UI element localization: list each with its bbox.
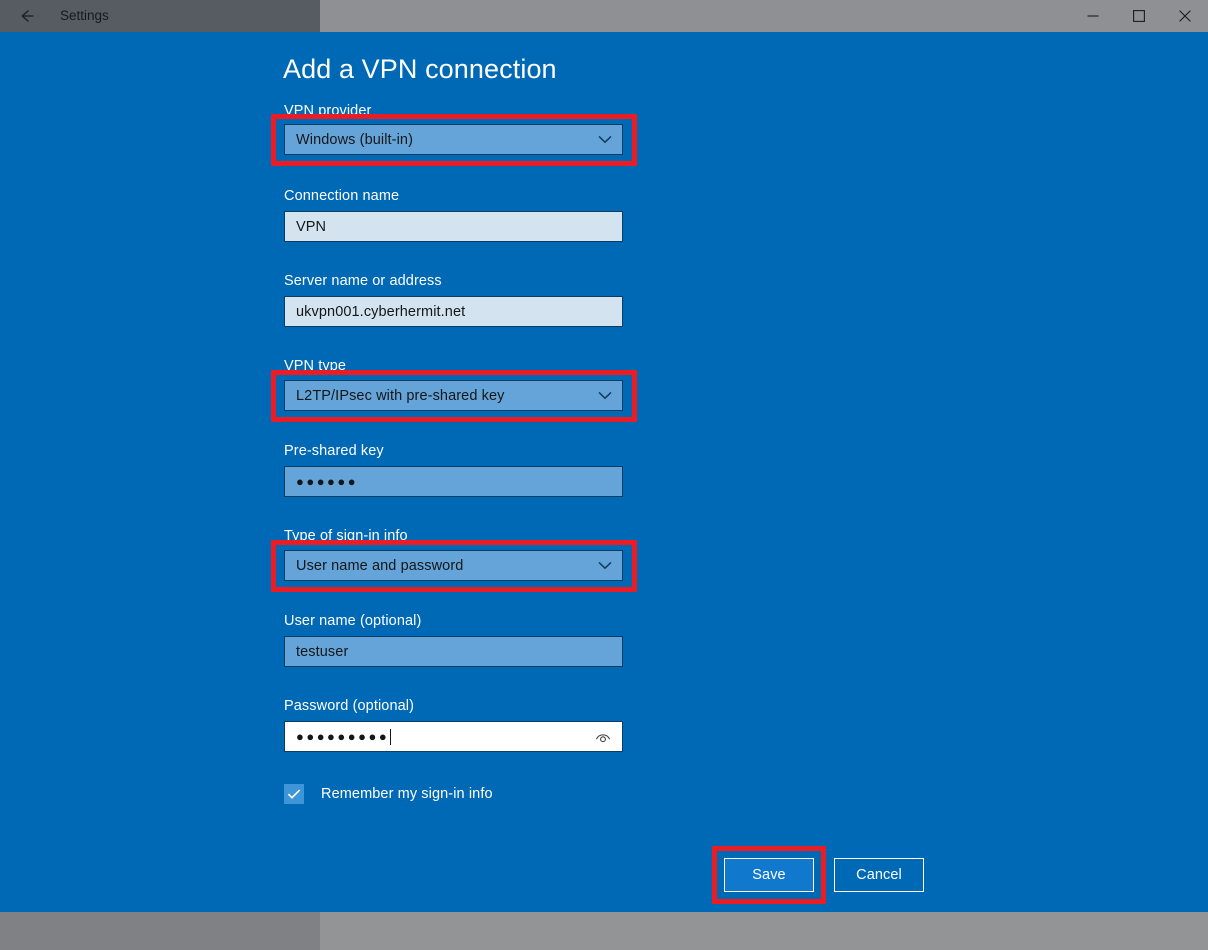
signin-type-value: User name and password xyxy=(296,557,464,574)
label-user-name: User name (optional) xyxy=(284,613,422,629)
user-name-value: testuser xyxy=(296,643,349,660)
connection-name-value: VPN xyxy=(296,218,327,235)
connection-name-input[interactable]: VPN xyxy=(284,211,623,242)
maximize-button[interactable] xyxy=(1116,0,1162,32)
bottom-taskbar-strip xyxy=(0,912,1208,950)
save-button[interactable]: Save xyxy=(724,858,814,892)
label-server-name: Server name or address xyxy=(284,273,442,289)
chevron-down-icon xyxy=(598,557,612,575)
label-password: Password (optional) xyxy=(284,698,415,714)
label-connection-name: Connection name xyxy=(284,188,400,204)
remember-signin-checkbox-row[interactable]: Remember my sign-in info xyxy=(284,784,493,804)
label-pre-shared-key: Pre-shared key xyxy=(284,443,384,459)
eye-reveal-icon[interactable] xyxy=(592,726,614,748)
vpn-provider-dropdown[interactable]: Windows (built-in) xyxy=(284,124,623,155)
vpn-settings-panel: Add a VPN connection VPN provider Window… xyxy=(0,32,1208,912)
password-value: ●●●●●●●●● xyxy=(296,729,390,744)
bottom-taskbar-left-region xyxy=(0,912,320,950)
title-bar: Settings xyxy=(0,0,1208,32)
cancel-button[interactable]: Cancel xyxy=(834,858,924,892)
label-vpn-type: VPN type xyxy=(284,358,347,374)
checkmark-icon xyxy=(287,789,301,799)
pre-shared-key-value: ●●●●●● xyxy=(296,474,359,489)
password-input[interactable]: ●●●●●●●●● xyxy=(284,721,623,752)
minimize-button[interactable] xyxy=(1070,0,1116,32)
signin-type-dropdown[interactable]: User name and password xyxy=(284,550,623,581)
window-title: Settings xyxy=(60,8,109,23)
label-signin-type: Type of sign-in info xyxy=(284,528,408,544)
chevron-down-icon xyxy=(598,387,612,405)
chevron-down-icon xyxy=(598,131,612,149)
window-controls xyxy=(1070,0,1208,32)
close-button[interactable] xyxy=(1162,0,1208,32)
label-vpn-provider: VPN provider xyxy=(284,103,372,119)
vpn-type-value: L2TP/IPsec with pre-shared key xyxy=(296,387,505,404)
server-name-input[interactable]: ukvpn001.cyberhermit.net xyxy=(284,296,623,327)
page-title: Add a VPN connection xyxy=(283,54,557,84)
remember-signin-label: Remember my sign-in info xyxy=(321,786,493,802)
server-name-value: ukvpn001.cyberhermit.net xyxy=(296,303,466,320)
back-arrow-icon[interactable] xyxy=(4,2,50,30)
settings-window: Settings Add a VPN connection VPN provid… xyxy=(0,0,1208,950)
vpn-type-dropdown[interactable]: L2TP/IPsec with pre-shared key xyxy=(284,380,623,411)
vpn-provider-value: Windows (built-in) xyxy=(296,131,414,148)
pre-shared-key-input[interactable]: ●●●●●● xyxy=(284,466,623,497)
remember-signin-checkbox[interactable] xyxy=(284,784,304,804)
user-name-input[interactable]: testuser xyxy=(284,636,623,667)
text-caret xyxy=(390,728,392,745)
